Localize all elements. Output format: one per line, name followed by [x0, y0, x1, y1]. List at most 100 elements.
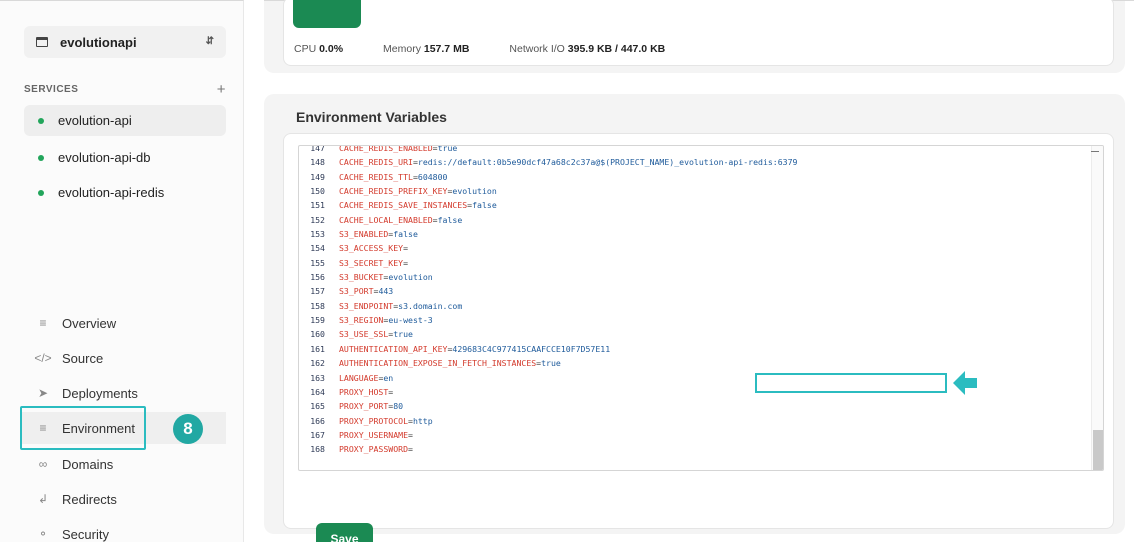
action-button-partial[interactable]	[293, 0, 361, 28]
list-icon: ≡	[39, 316, 47, 330]
env-value: http	[412, 415, 433, 426]
memory-stat: Memory 157.7 MB	[383, 43, 470, 55]
env-line: 161 AUTHENTICATION_API_KEY = 429683C4C97741…	[299, 342, 1089, 356]
env-key: PROXY_USERNAME	[339, 429, 409, 440]
sidebar: evolutionapi ⇵ SERVICES + evolution-api …	[0, 0, 244, 542]
line-number: 167	[310, 429, 325, 440]
env-value: 604800	[417, 171, 448, 182]
env-line: 150 CACHE_REDIS_PREFIX_KEY = evolution	[299, 184, 1089, 198]
env-key: S3_ENDPOINT	[339, 300, 394, 311]
line-number: 159	[310, 315, 325, 326]
services-header: SERVICES +	[24, 81, 226, 98]
cpu-stat: CPU 0.0%	[294, 43, 344, 55]
rocket-icon: ➤	[37, 386, 49, 400]
line-number: 148	[310, 157, 325, 168]
line-number: 164	[310, 386, 325, 397]
env-value: 443	[378, 286, 394, 297]
env-key: S3_SECRET_KEY	[339, 257, 404, 268]
env-line: 152 CACHE_LOCAL_ENABLED = false	[299, 213, 1089, 227]
env-value: en	[383, 372, 394, 383]
save-button[interactable]: Save	[316, 523, 373, 542]
env-value: true	[541, 358, 561, 369]
env-line: 160 S3_USE_SSL = true	[299, 327, 1089, 341]
redirect-icon: ↲	[37, 492, 49, 506]
env-lines: 147 CACHE_REDIS_ENABLED = true 148 CACHE_REDI…	[299, 145, 1089, 457]
env-line: 155 S3_SECRET_KEY =	[299, 256, 1089, 270]
equals-sign: =	[403, 257, 409, 268]
project-select[interactable]: evolutionapi ⇵	[24, 26, 226, 58]
line-number: 151	[310, 200, 325, 211]
env-value: s3.domain.com	[398, 300, 463, 311]
scrollbar-thumb[interactable]	[1093, 430, 1103, 470]
env-value: false	[437, 214, 463, 225]
env-key: CACHE_LOCAL_ENABLED	[339, 214, 433, 225]
env-line: 149 CACHE_REDIS_TTL = 604800	[299, 170, 1089, 184]
link-icon: ∞	[38, 457, 48, 471]
env-value: redis://default:0b5e90dcf47a68c2c37a@$(P…	[417, 157, 798, 168]
equals-sign: =	[408, 429, 413, 440]
env-line: 154 S3_ACCESS_KEY =	[299, 241, 1089, 255]
step-badge: 8	[173, 414, 203, 444]
app-root: evolutionapi ⇵ SERVICES + evolution-api …	[0, 0, 1134, 542]
collapse-icon	[1091, 151, 1099, 152]
env-key: CACHE_REDIS_TTL	[339, 171, 413, 182]
service-label: evolution-api-redis	[58, 185, 165, 200]
service-item-evolution-api-redis[interactable]: evolution-api-redis	[24, 177, 226, 208]
line-number: 156	[310, 272, 325, 283]
env-line: 162 AUTHENTICATION_EXPOSE_IN_FETCH_INSTAN…	[299, 356, 1089, 370]
env-line: 151 CACHE_REDIS_SAVE_INSTANCES = false	[299, 198, 1089, 212]
service-label: evolution-api	[58, 113, 132, 128]
annotation-arrow-icon	[953, 371, 977, 395]
service-item-evolution-api-db[interactable]: evolution-api-db	[24, 142, 226, 173]
nav-item-redirects[interactable]: ↲ Redirects	[20, 483, 226, 515]
env-key: AUTHENTICATION_EXPOSE_IN_FETCH_INSTANCES	[339, 358, 537, 369]
env-line: 147 CACHE_REDIS_ENABLED = true	[299, 145, 1089, 155]
env-line: 168 PROXY_PASSWORD =	[299, 442, 1089, 456]
editor-scrollbar[interactable]	[1091, 146, 1103, 470]
add-service-button[interactable]: +	[217, 81, 226, 98]
line-number: 160	[310, 329, 325, 340]
env-value: true	[393, 329, 413, 340]
line-number: 163	[310, 372, 325, 383]
env-key: S3_REGION	[339, 315, 384, 326]
annotation-highlight-api-key	[755, 373, 947, 393]
nav-label: Deployments	[62, 385, 138, 401]
nav-item-security[interactable]: ⚬ Security	[20, 518, 226, 542]
env-line: 158 S3_ENDPOINT = s3.domain.com	[299, 299, 1089, 313]
env-line: 148 CACHE_REDIS_URI = redis://default:0b5e9…	[299, 155, 1089, 169]
line-number: 161	[310, 343, 325, 354]
environment-title: Environment Variables	[296, 109, 447, 125]
service-item-evolution-api[interactable]: evolution-api	[24, 105, 226, 136]
code-icon: </>	[34, 351, 52, 365]
env-value: evolution	[388, 272, 433, 283]
nav-item-source[interactable]: </> Source	[20, 342, 226, 374]
env-value: false	[393, 229, 418, 240]
env-line: 165 PROXY_PORT = 80	[299, 399, 1089, 413]
env-key: CACHE_REDIS_ENABLED	[339, 145, 433, 153]
project-name: evolutionapi	[60, 34, 137, 50]
env-line: 156 S3_BUCKET = evolution	[299, 270, 1089, 284]
nav-item-overview[interactable]: ≡ Overview	[20, 307, 226, 339]
env-key: AUTHENTICATION_API_KEY	[339, 343, 448, 354]
env-key: S3_PORT	[339, 286, 374, 297]
line-number: 168	[310, 444, 325, 455]
line-number: 154	[310, 243, 325, 254]
env-editor[interactable]: 147 CACHE_REDIS_ENABLED = true 148 CACHE_REDI…	[298, 145, 1104, 471]
env-line: 159 S3_REGION = eu-west-3	[299, 313, 1089, 327]
service-label: evolution-api-db	[58, 150, 151, 165]
env-key: PROXY_PORT	[339, 401, 389, 412]
resource-stats: CPU 0.0% Memory 157.7 MB Network I/O 395…	[294, 43, 705, 55]
stats-panel: CPU 0.0% Memory 157.7 MB Network I/O 395…	[283, 0, 1114, 66]
env-key: S3_BUCKET	[339, 272, 384, 283]
project-icon	[36, 37, 48, 47]
chevron-updown-icon: ⇵	[205, 36, 214, 47]
line-number: 152	[310, 214, 325, 225]
status-dot-icon	[38, 189, 44, 196]
nav-item-domains[interactable]: ∞ Domains	[20, 448, 226, 480]
line-number: 150	[310, 186, 325, 197]
nav-item-deployments[interactable]: ➤ Deployments	[20, 377, 226, 409]
env-key: CACHE_REDIS_URI	[339, 157, 413, 168]
env-value: 429683C4C977415CAAFCCE10F7D57E11	[452, 343, 611, 354]
env-value: false	[472, 200, 497, 211]
line-number: 153	[310, 229, 325, 240]
